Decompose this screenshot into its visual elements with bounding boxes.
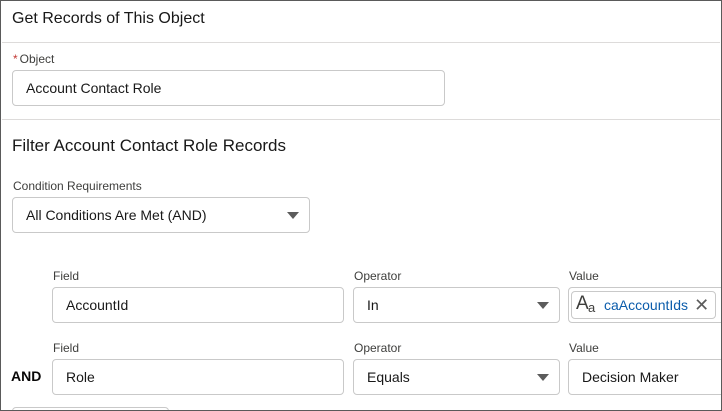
value-label: Value (569, 341, 599, 355)
operator-select[interactable]: In (353, 287, 560, 323)
object-label-text: Object (19, 52, 55, 66)
value-input-text: Decision Maker (582, 369, 679, 385)
field-label: Field (53, 269, 80, 283)
text-resource-icon: Aa (576, 293, 596, 315)
add-condition-button[interactable] (12, 407, 169, 410)
condition-requirements-label: Condition Requirements (13, 179, 142, 193)
section-title: Get Records of This Object (12, 10, 205, 27)
field-value: AccountId (66, 297, 129, 313)
operator-select[interactable]: Equals (353, 359, 560, 395)
value-label: Value (569, 269, 599, 283)
operator-value: Equals (367, 369, 410, 385)
filter-title: Filter Account Contact Role Records (12, 136, 287, 155)
object-label: * Object (13, 52, 54, 66)
get-records-panel: Get Records of This Object * Object Accou… (0, 0, 722, 411)
condition-requirements-select[interactable]: All Conditions Are Met (AND) (12, 197, 310, 233)
chevron-down-icon (537, 374, 549, 381)
chevron-down-icon (537, 302, 549, 309)
field-label: Field (53, 341, 80, 355)
operator-value: In (367, 297, 379, 313)
divider (2, 119, 720, 120)
condition-requirements-value: All Conditions Are Met (AND) (26, 207, 207, 223)
operator-label: Operator (354, 341, 402, 355)
operator-label: Operator (354, 269, 402, 283)
chevron-down-icon (287, 212, 299, 219)
field-value: Role (66, 369, 95, 385)
value-resource-name: caAccountIds (604, 297, 689, 313)
required-marker: * (13, 52, 18, 66)
value-resource-pill[interactable]: Aa caAccountIds ✕ (571, 291, 717, 319)
field-input[interactable]: Role (52, 359, 344, 395)
field-input[interactable]: AccountId (52, 287, 344, 323)
object-input-value: Account Contact Role (26, 80, 162, 96)
value-input[interactable]: Decision Maker (568, 359, 721, 395)
object-input[interactable]: Account Contact Role (12, 70, 445, 106)
close-icon[interactable]: ✕ (694, 296, 709, 314)
divider (2, 42, 720, 43)
and-connector: AND (11, 368, 42, 384)
